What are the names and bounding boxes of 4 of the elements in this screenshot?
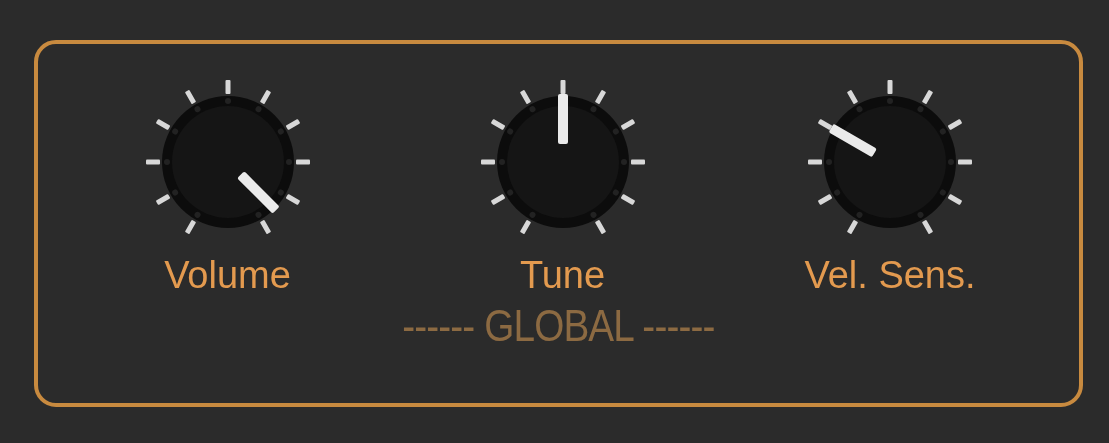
knob-label: Volume: [164, 254, 291, 297]
knob-label: Tune: [519, 254, 606, 297]
section-title: ------ GLOBAL ------: [402, 301, 715, 351]
knob-label: Vel. Sens.: [804, 254, 976, 297]
